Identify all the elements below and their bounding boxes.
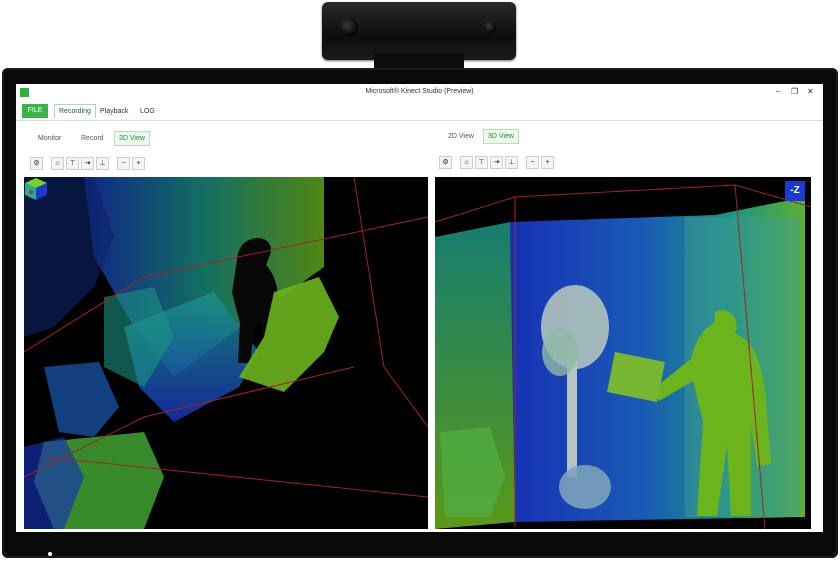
kinect-sensor — [322, 2, 516, 72]
view-tab-record[interactable]: Record — [77, 132, 108, 145]
point-cloud-viewport-right[interactable]: -Z — [435, 177, 811, 529]
align-side-icon[interactable]: ⇥ — [81, 157, 94, 170]
app-window: Microsoft® Kinect Studio (Preview) – ❐ ✕… — [16, 84, 823, 532]
ir-emitter-icon — [484, 21, 496, 33]
tab-log[interactable]: LOG — [136, 105, 159, 118]
align-side-icon[interactable]: ⇥ — [490, 156, 503, 169]
minimize-button[interactable]: – — [776, 87, 780, 97]
view-tab-3d-left[interactable]: 3D View — [114, 131, 150, 146]
camera-lens-icon — [340, 18, 358, 36]
gear-icon[interactable]: ⚙ — [439, 156, 452, 169]
file-tab[interactable]: FILE — [22, 104, 48, 118]
zoom-out-icon[interactable]: − — [117, 157, 130, 170]
zoom-in-icon[interactable]: + — [541, 156, 554, 169]
tab-recording[interactable]: Recording — [54, 104, 96, 118]
zoom-in-icon[interactable]: + — [132, 157, 145, 170]
align-top-icon[interactable]: ⊤ — [66, 157, 79, 170]
view-tab-2d[interactable]: 2D View — [444, 130, 478, 143]
home-icon[interactable]: ⌂ — [460, 156, 473, 169]
axis-view-badge[interactable]: -Z — [785, 181, 805, 201]
zoom-out-icon[interactable]: − — [526, 156, 539, 169]
point-cloud-viewport-left[interactable] — [24, 177, 428, 529]
power-led-icon — [48, 552, 52, 556]
point-cloud-render-right — [435, 184, 811, 529]
restore-button[interactable]: ❐ — [791, 87, 798, 97]
title-bar: Microsoft® Kinect Studio (Preview) – ❐ ✕ — [16, 84, 823, 102]
window-title: Microsoft® Kinect Studio (Preview) — [365, 88, 474, 95]
align-bottom-icon[interactable]: ⊥ — [96, 157, 109, 170]
view-tab-monitor[interactable]: Monitor — [34, 132, 65, 145]
home-icon[interactable]: ⌂ — [51, 157, 64, 170]
orientation-cube-icon[interactable] — [24, 177, 48, 201]
gear-icon[interactable]: ⚙ — [30, 157, 43, 170]
align-bottom-icon[interactable]: ⊥ — [505, 156, 518, 169]
close-button[interactable]: ✕ — [807, 87, 814, 97]
tab-playback[interactable]: Playback — [96, 105, 132, 118]
view-tab-3d-right[interactable]: 3D View — [483, 129, 519, 144]
ribbon-tabbar: FILE Recording Playback LOG — [16, 102, 823, 121]
align-top-icon[interactable]: ⊤ — [475, 156, 488, 169]
point-cloud-render-left — [24, 177, 428, 529]
